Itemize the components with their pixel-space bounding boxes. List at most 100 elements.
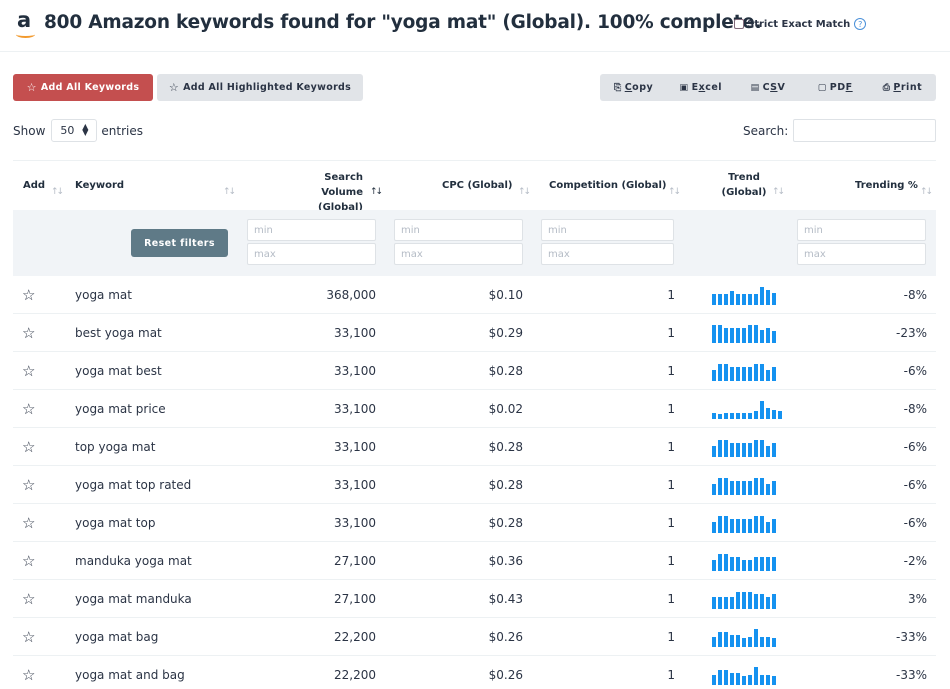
search-volume-cell: 33,100 (334, 478, 376, 492)
pdf-file-export-button[interactable]: ▢ PD F (802, 82, 869, 93)
search-input[interactable] (793, 119, 937, 142)
add-keyword-star-icon[interactable]: ☆ (22, 400, 35, 418)
trend-bar (718, 478, 722, 495)
add-highlighted-keywords-button[interactable]: ☆ Add All Highlighted Keywords (157, 74, 363, 101)
trend-bar (718, 670, 722, 685)
copy-export-button[interactable]: ⎘ Copy (600, 82, 667, 93)
trending-min-input[interactable]: min (797, 219, 926, 241)
column-header-keyword[interactable]: Keyword (75, 178, 124, 193)
add-keyword-star-icon[interactable]: ☆ (22, 362, 35, 380)
trend-bar (760, 330, 764, 343)
column-header-search-volume[interactable]: Search Volume (Global) (281, 170, 363, 215)
excel-file-export-button[interactable]: ▣ Ex cel (667, 82, 734, 93)
question-circle-icon[interactable]: ? (854, 18, 867, 30)
cpc-min-input[interactable]: min (394, 219, 523, 241)
trend-sparkline (712, 475, 778, 495)
entries-select[interactable]: 50 ▲ ▼ (51, 119, 98, 142)
sort-icon[interactable]: ↑↓ (223, 187, 236, 197)
add-keyword-star-icon[interactable]: ☆ (22, 286, 35, 304)
star-icon: ☆ (168, 81, 180, 94)
table-row: ☆ top yoga mat 33,100 $0.28 1 -6% (13, 428, 936, 466)
export-label-accesskey: S (770, 82, 778, 93)
trend-bar (736, 443, 740, 457)
competition-cell: 1 (667, 516, 675, 530)
competition-min-input[interactable]: min (541, 219, 674, 241)
competition-cell: 1 (667, 402, 675, 416)
column-header-trend[interactable]: Trend (Global) (719, 170, 769, 200)
search-volume-cell: 33,100 (334, 402, 376, 416)
reset-filters-button[interactable]: Reset filters (131, 229, 228, 257)
trend-bar (742, 367, 746, 381)
table-body: ☆ yoga mat 368,000 $0.10 1 -8% ☆ best yoga mat 3… (13, 276, 936, 689)
trend-bar (766, 446, 770, 457)
column-header-cpc[interactable]: CPC (Global) (442, 178, 512, 193)
trending-percent-cell: -6% (903, 440, 927, 454)
trend-bar (730, 635, 734, 647)
search-volume-cell: 33,100 (334, 516, 376, 530)
copy-icon: ⎘ (613, 82, 622, 93)
search-volume-cell: 22,200 (334, 668, 376, 682)
trending-percent-cell: -6% (903, 364, 927, 378)
trend-bar (718, 597, 722, 609)
add-keyword-star-icon[interactable]: ☆ (22, 476, 35, 494)
trend-bar (736, 673, 740, 685)
table-row: ☆ yoga mat and bag 22,200 $0.26 1 -33% (13, 656, 936, 689)
trend-bar (724, 440, 728, 457)
keyword-cell: yoga mat top rated (75, 478, 192, 492)
trend-bar (742, 638, 746, 647)
search-volume-max-input[interactable]: max (247, 243, 376, 265)
add-keyword-star-icon[interactable]: ☆ (22, 438, 35, 456)
trend-bar (730, 413, 734, 419)
strict-exact-match-toggle[interactable]: Strict Exact Match ? (734, 18, 867, 30)
cpc-max-input[interactable]: max (394, 243, 523, 265)
trend-bar (736, 367, 740, 381)
csv-file-icon: ▤ (750, 82, 760, 93)
sort-icon[interactable]: ↑↓ (51, 187, 64, 197)
trend-bar (760, 287, 764, 305)
competition-max-input[interactable]: max (541, 243, 674, 265)
trend-bar (724, 597, 728, 609)
add-keyword-star-icon[interactable]: ☆ (22, 324, 35, 342)
trend-bar (754, 516, 758, 533)
sort-desc-icon[interactable]: ↑↓ (370, 187, 383, 197)
trend-bar (766, 328, 770, 343)
column-header-trending[interactable]: Trending % (855, 178, 918, 193)
table-row: ☆ yoga mat 368,000 $0.10 1 -8% (13, 276, 936, 314)
trend-bar (730, 597, 734, 609)
export-label-post: V (777, 82, 786, 93)
add-all-keywords-button[interactable]: ☆ Add All Keywords (13, 74, 153, 101)
column-header-trend-line2: (Global) (721, 187, 767, 198)
add-keyword-star-icon[interactable]: ☆ (22, 590, 35, 608)
add-keyword-star-icon[interactable]: ☆ (22, 552, 35, 570)
trend-bar (730, 557, 734, 571)
table-row: ☆ manduka yoga mat 27,100 $0.36 1 -2% (13, 542, 936, 580)
print-export-button[interactable]: ⎙ Print (869, 82, 936, 93)
trending-max-input[interactable]: max (797, 243, 926, 265)
trend-bar (772, 557, 776, 571)
export-label-post: opy (632, 82, 654, 93)
column-header-competition[interactable]: Competition (Global) (549, 178, 666, 193)
sort-icon[interactable]: ↑↓ (772, 187, 785, 197)
sort-icon[interactable]: ↑↓ (518, 187, 531, 197)
trend-bar (712, 637, 716, 647)
trend-bar (748, 481, 752, 495)
trend-bar (736, 481, 740, 495)
add-keyword-star-icon[interactable]: ☆ (22, 514, 35, 532)
csv-file-export-button[interactable]: ▤ C S V (734, 82, 801, 93)
keyword-cell: yoga mat top (75, 516, 156, 530)
export-label-accesskey: C (624, 82, 633, 93)
column-header-add[interactable]: Add (23, 178, 45, 193)
search-volume-cell: 27,100 (334, 554, 376, 568)
add-keyword-star-icon[interactable]: ☆ (22, 628, 35, 646)
sort-icon[interactable]: ↑↓ (920, 187, 933, 197)
keyword-cell: yoga mat best (75, 364, 162, 378)
show-label: Show (13, 123, 46, 138)
trend-bar (772, 638, 776, 647)
search-volume-min-input[interactable]: min (247, 219, 376, 241)
sort-icon[interactable]: ↑↓ (668, 187, 681, 197)
trend-bar (754, 411, 758, 419)
trend-bar (718, 414, 722, 419)
trend-bar (724, 554, 728, 571)
add-keyword-star-icon[interactable]: ☆ (22, 666, 35, 684)
strict-exact-match-checkbox[interactable] (734, 19, 744, 29)
